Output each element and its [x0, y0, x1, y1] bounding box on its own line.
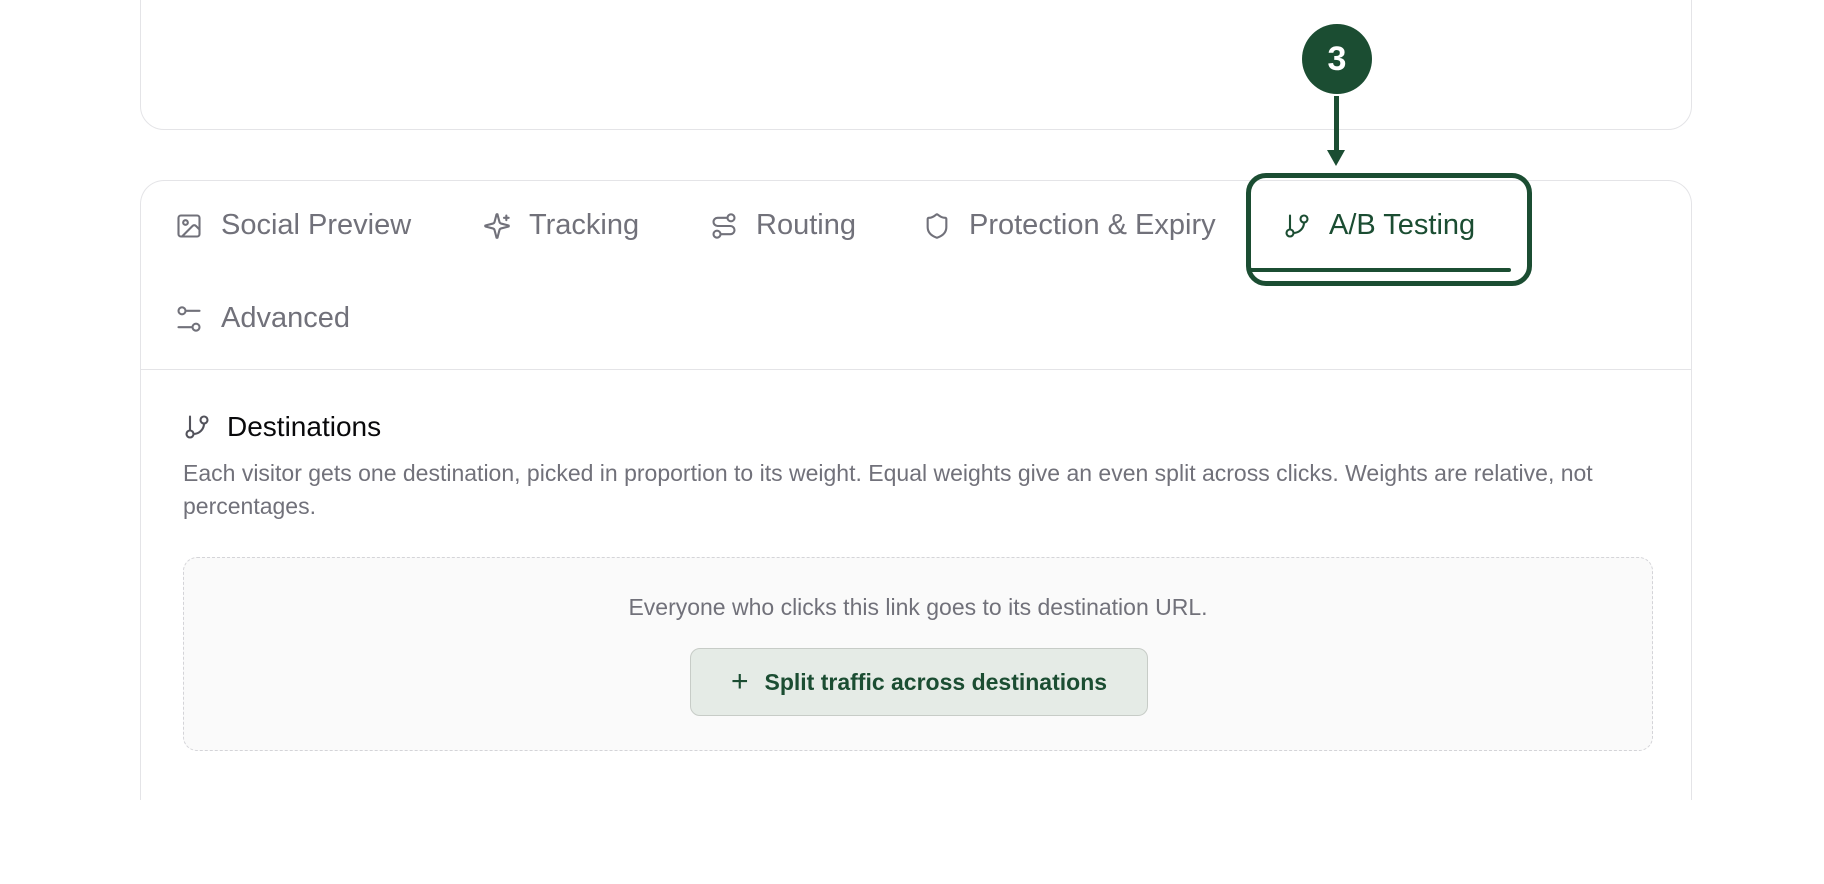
sparkles-icon — [483, 212, 511, 240]
empty-state-message: Everyone who clicks this link goes to it… — [628, 594, 1208, 620]
previous-card — [140, 0, 1692, 130]
page: Social Preview Tracking Routing Protecti… — [0, 0, 1824, 884]
tab-label: Social Preview — [221, 209, 412, 241]
tab-social-preview[interactable]: Social Preview — [175, 209, 411, 242]
tab-tracking[interactable]: Tracking — [483, 209, 639, 242]
annotation-arrow-line — [1334, 96, 1339, 152]
split-traffic-button[interactable]: + Split traffic across destinations — [690, 648, 1148, 716]
empty-state: Everyone who clicks this link goes to it… — [183, 557, 1653, 751]
annotation-highlight — [1246, 173, 1532, 286]
tab-label: Routing — [756, 209, 856, 241]
sliders-icon — [175, 305, 203, 333]
route-icon — [710, 212, 738, 240]
tab-label: Protection & Expiry — [969, 209, 1216, 241]
section-heading: Destinations — [183, 411, 1653, 443]
image-icon — [175, 212, 203, 240]
annotation-arrow-head — [1327, 150, 1345, 166]
shield-icon — [923, 212, 951, 240]
step-badge: 3 — [1302, 24, 1372, 94]
tab-label: Advanced — [221, 302, 350, 334]
section-title: Destinations — [227, 411, 382, 442]
plus-icon: + — [730, 665, 749, 698]
tab-routing[interactable]: Routing — [710, 209, 856, 242]
tab-protection-expiry[interactable]: Protection & Expiry — [923, 209, 1216, 242]
section-description: Each visitor gets one destination, picke… — [183, 460, 1593, 519]
tab-label: Tracking — [529, 209, 640, 241]
tab-advanced[interactable]: Advanced — [175, 302, 350, 335]
git-branch-icon — [183, 413, 211, 441]
destinations-section: Destinations Each visitor gets one desti… — [183, 411, 1653, 523]
button-label: Split traffic across destinations — [764, 668, 1108, 695]
